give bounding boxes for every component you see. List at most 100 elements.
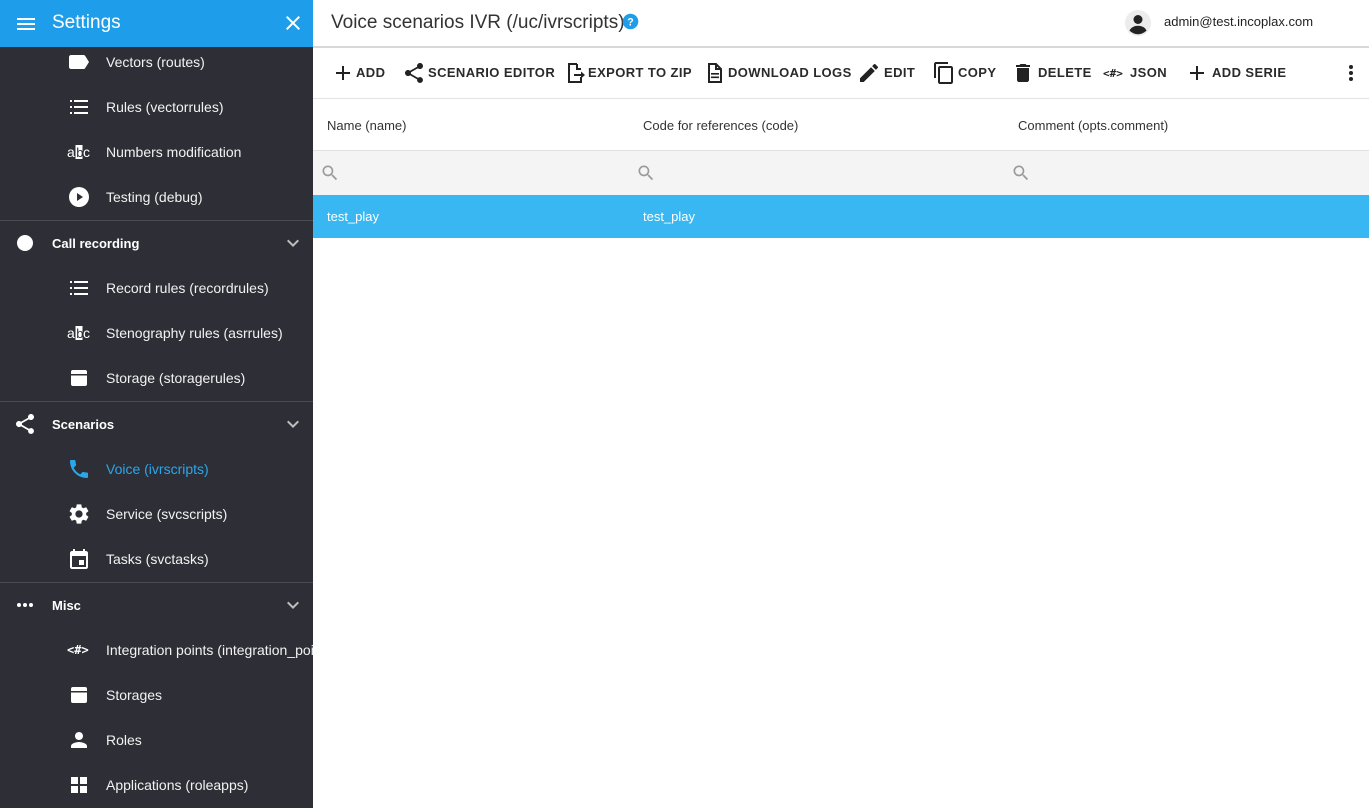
sidebar-item-label: Stenography rules (asrrules)	[106, 325, 283, 341]
column-header-comment[interactable]: Comment (opts.comment)	[1018, 118, 1168, 134]
sidebar-item-label: Testing (debug)	[106, 189, 203, 205]
share-icon	[402, 61, 426, 85]
sidebar-group-label: Call recording	[52, 236, 140, 251]
chevron-down-icon	[281, 231, 305, 255]
filter-comment-input[interactable]	[1035, 162, 1355, 184]
sidebar-item-stenography-rules[interactable]: a b c Stenography rules (asrrules)	[0, 311, 313, 356]
sidebar-group-call-recording[interactable]: Call recording	[0, 221, 313, 266]
sidebar-item-applications[interactable]: Applications (roleapps)	[0, 763, 313, 808]
user-email[interactable]: admin@test.incoplax.com	[1164, 14, 1313, 30]
export-zip-button-label: EXPORT TO ZIP	[588, 65, 692, 80]
person-icon	[67, 728, 91, 752]
json-button-label: JSON	[1130, 65, 1168, 80]
sidebar-item-voice[interactable]: Voice (ivrscripts)	[0, 447, 313, 492]
chevron-down-icon	[281, 412, 305, 436]
sidebar-item-vectors[interactable]: Vectors (routes)	[0, 40, 313, 85]
column-header-name[interactable]: Name (name)	[327, 118, 406, 134]
plus-icon	[1185, 61, 1209, 85]
svg-text:a: a	[67, 325, 75, 341]
edit-button-label: EDIT	[884, 65, 916, 80]
sidebar-item-storage-rules[interactable]: Storage (storagerules)	[0, 356, 313, 401]
sidebar-item-label: Integration points (integration_points	[106, 642, 313, 658]
sidebar-item-label: Storages	[106, 687, 163, 703]
svg-text:?: ?	[627, 16, 633, 28]
svg-text:a: a	[67, 144, 75, 160]
sidebar-item-testing[interactable]: Testing (debug)	[0, 175, 313, 220]
document-icon	[703, 61, 727, 85]
sidebar-item-label: Record rules (recordrules)	[106, 280, 269, 296]
sidebar-item-label: Storage (storagerules)	[106, 370, 246, 386]
sidebar-item-label: Numbers modification	[106, 144, 242, 160]
sidebar-item-label: Rules (vectorrules)	[106, 99, 224, 115]
filter-code	[636, 162, 996, 184]
sidebar: Settings Vectors (routes) Rules (vectorr…	[0, 0, 313, 808]
download-logs-button-label: DOWNLOAD LOGS	[728, 65, 852, 80]
spellcheck-icon: a b c	[67, 321, 91, 345]
copy-icon	[932, 61, 956, 85]
table-header: Name (name) Code for references (code) C…	[313, 100, 1369, 151]
sidebar-item-rules[interactable]: Rules (vectorrules)	[0, 85, 313, 130]
sidebar-group-label: Scenarios	[52, 417, 115, 432]
list-icon	[67, 95, 91, 119]
toolbar: ADD SCENARIO EDITOR EXPORT TO ZIP DOWNLO…	[313, 48, 1369, 99]
page-title: Voice scenarios IVR (/uc/ivrscripts)	[331, 12, 625, 33]
gear-icon	[67, 502, 91, 526]
add-serie-button[interactable]: ADD SERIE	[1185, 60, 1286, 86]
filter-code-input[interactable]	[660, 162, 990, 184]
search-icon	[1011, 163, 1031, 183]
sidebar-item-tasks[interactable]: Tasks (svctasks)	[0, 537, 313, 582]
sidebar-item-service[interactable]: Service (svcscripts)	[0, 492, 313, 537]
calendar-icon	[67, 547, 91, 571]
delete-button-label: DELETE	[1038, 65, 1092, 80]
filter-comment	[1011, 162, 1361, 184]
sidebar-item-roles[interactable]: Roles	[0, 718, 313, 763]
download-logs-button[interactable]: DOWNLOAD LOGS	[703, 60, 851, 86]
sidebar-item-label: Voice (ivrscripts)	[106, 461, 209, 477]
cell-code: test_play	[643, 209, 696, 224]
json-button[interactable]: <#> JSON	[1103, 60, 1169, 86]
export-file-icon	[563, 61, 587, 85]
copy-button[interactable]: COPY	[932, 60, 996, 86]
table-row[interactable]: test_play test_play	[313, 195, 1369, 238]
sidebar-item-numbers-modification[interactable]: a b c Numbers modification	[0, 130, 313, 175]
sidebar-item-label: Vectors (routes)	[106, 54, 205, 70]
export-zip-button[interactable]: EXPORT TO ZIP	[563, 60, 692, 86]
svg-text:<#>: <#>	[67, 643, 89, 657]
search-icon	[636, 163, 656, 183]
edit-button[interactable]: EDIT	[857, 60, 917, 86]
share-icon	[13, 412, 37, 436]
help-icon[interactable]: ?	[622, 13, 639, 30]
plus-icon	[331, 61, 355, 85]
column-header-code[interactable]: Code for references (code)	[643, 118, 798, 134]
filter-name	[320, 162, 620, 184]
sidebar-item-label: Tasks (svctasks)	[106, 551, 209, 567]
close-icon[interactable]	[281, 11, 305, 35]
account-avatar-icon[interactable]	[1124, 9, 1152, 37]
filter-name-input[interactable]	[344, 162, 614, 184]
copy-button-label: COPY	[958, 65, 997, 80]
trash-icon	[1011, 61, 1035, 85]
menu-icon[interactable]	[14, 12, 38, 36]
add-button[interactable]: ADD	[331, 60, 403, 86]
sidebar-group-misc[interactable]: Misc	[0, 583, 313, 628]
add-serie-button-label: ADD SERIE	[1212, 65, 1287, 80]
sidebar-group-scenarios[interactable]: Scenarios	[0, 402, 313, 447]
cell-name: test_play	[327, 209, 380, 224]
code-icon: <#>	[1103, 61, 1127, 85]
record-icon	[13, 231, 37, 255]
sidebar-item-storages[interactable]: Storages	[0, 673, 313, 718]
sidebar-item-integration-points[interactable]: <#> Integration points (integration_poin…	[0, 628, 313, 673]
add-button-label: ADD	[356, 65, 386, 80]
sidebar-title: Settings	[52, 12, 121, 33]
svg-text:c: c	[83, 325, 90, 341]
sidebar-item-record-rules[interactable]: Record rules (recordrules)	[0, 266, 313, 311]
delete-button[interactable]: DELETE	[1011, 60, 1092, 86]
svg-text:<#>: <#>	[1103, 67, 1123, 80]
storage-icon	[67, 366, 91, 390]
chevron-down-icon	[281, 593, 305, 617]
play-circle-icon	[67, 185, 91, 209]
more-vertical-icon[interactable]	[1339, 61, 1363, 85]
scenario-editor-button[interactable]: SCENARIO EDITOR	[402, 60, 555, 86]
filter-row	[313, 151, 1369, 195]
code-icon: <#>	[67, 638, 91, 662]
